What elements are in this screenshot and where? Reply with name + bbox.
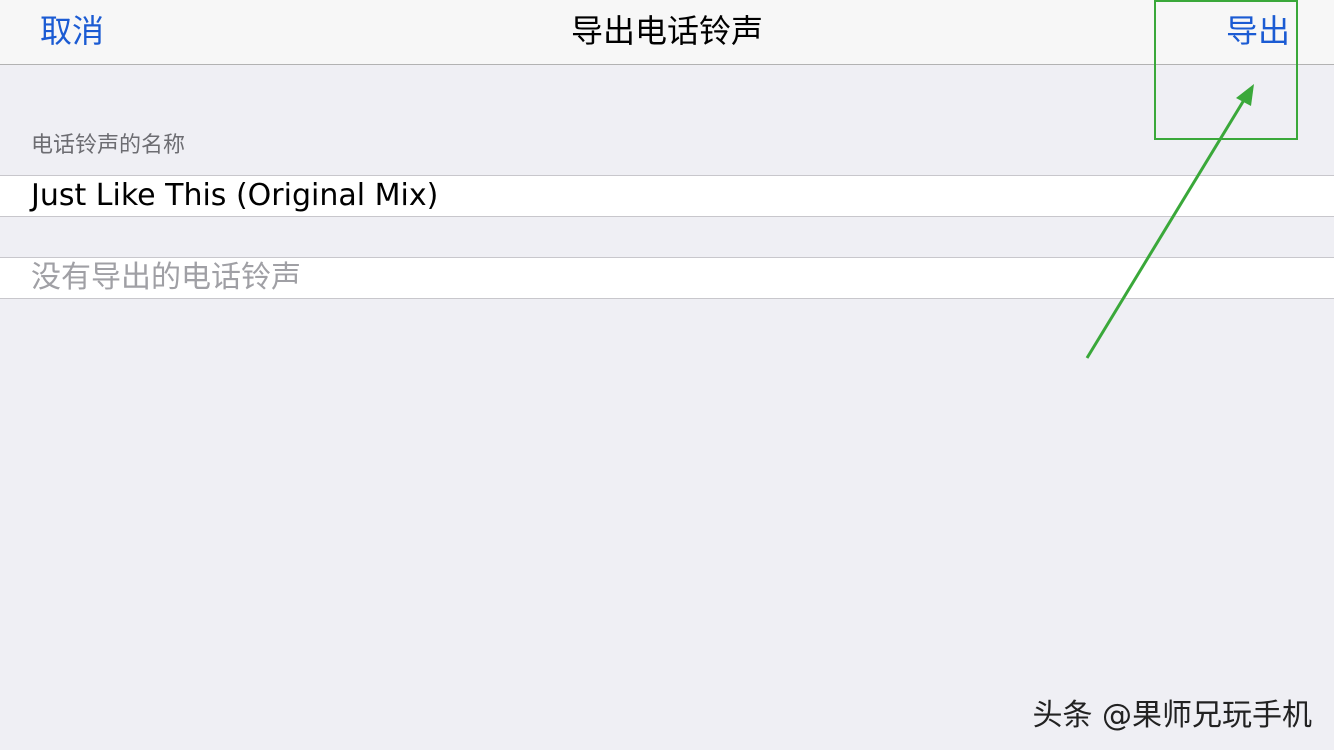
empty-list-message: 没有导出的电话铃声 [31,260,301,295]
annotation-highlight-box [1154,0,1298,140]
annotation-arrow [1085,84,1254,359]
navigation-bar: 取消 导出电话铃声 导出 [0,0,1334,65]
ringtone-name-field[interactable]: Just Like This (Original Mix) [31,176,438,216]
ringtone-name-cell[interactable]: Just Like This (Original Mix) [0,175,1334,217]
page-title: 导出电话铃声 [570,12,763,50]
watermark-text: 头条 @果师兄玩手机 [1032,698,1312,733]
ringtone-name-section-header: 电话铃声的名称 [31,133,186,158]
exported-ringtones-list: 没有导出的电话铃声 [0,257,1334,299]
